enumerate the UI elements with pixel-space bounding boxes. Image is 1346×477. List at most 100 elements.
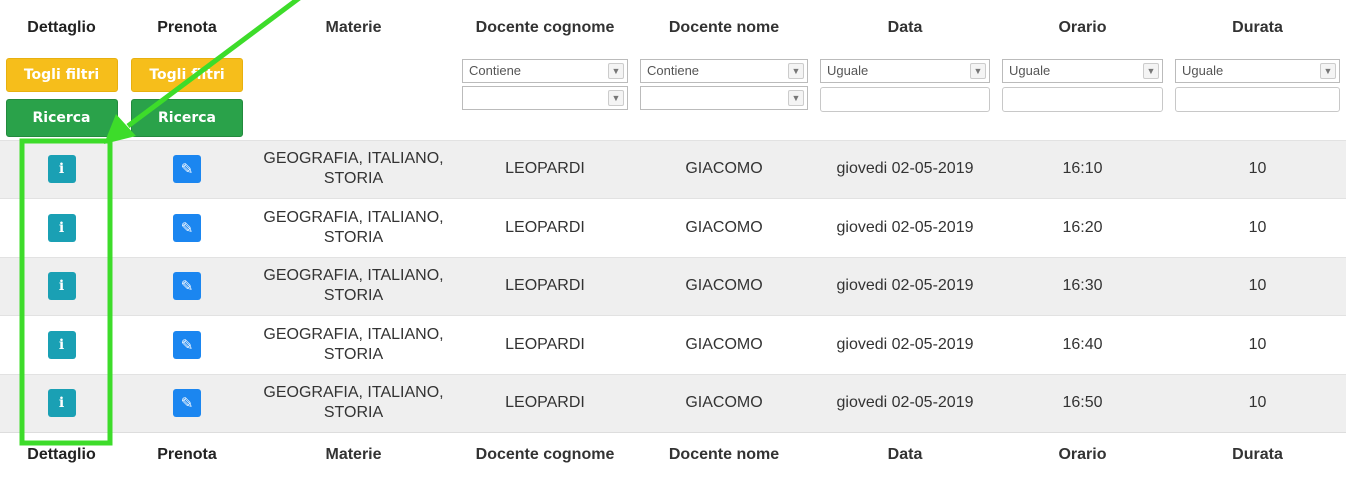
cell-durata: 10 <box>1169 256 1346 316</box>
cell-docente-cognome: LEOPARDI <box>456 315 634 374</box>
orario-filter-input[interactable] <box>1002 87 1163 112</box>
footer-docente-nome: Docente nome <box>634 432 814 477</box>
table-row: i ✎ GEOGRAFIA, ITALIANO, STORIA LEOPARDI … <box>0 315 1346 374</box>
cell-docente-cognome: LEOPARDI <box>456 198 634 257</box>
cell-orario: 16:30 <box>996 256 1169 316</box>
cell-docente-nome: GIACOMO <box>634 139 814 199</box>
cell-durata: 10 <box>1169 373 1346 433</box>
table-row: i ✎ GEOGRAFIA, ITALIANO, STORIA LEOPARDI … <box>0 256 1346 316</box>
cell-durata: 10 <box>1169 198 1346 257</box>
edit-icon[interactable]: ✎ <box>173 155 201 184</box>
filter-cell-dettaglio: Togli filtri Ricerca <box>0 50 123 140</box>
cell-materie: GEOGRAFIA, ITALIANO, STORIA <box>251 198 456 257</box>
table-row: i ✎ GEOGRAFIA, ITALIANO, STORIA LEOPARDI … <box>0 139 1346 199</box>
filter-cell-orario: Uguale ▼ <box>996 50 1169 140</box>
footer-docente-cognome: Docente cognome <box>456 432 634 477</box>
footer-row: Dettaglio Prenota Materie Docente cognom… <box>0 432 1346 477</box>
durata-operator-select[interactable]: Uguale ▼ <box>1175 59 1340 83</box>
docente-cognome-value-select[interactable]: ▼ <box>462 86 628 110</box>
filter-cell-materie <box>251 50 456 140</box>
cell-docente-cognome: LEOPARDI <box>456 373 634 433</box>
footer-prenota: Prenota <box>123 432 251 477</box>
footer-data: Data <box>814 432 996 477</box>
appointments-table: Dettaglio Prenota Materie Docente cognom… <box>0 0 1346 477</box>
edit-icon[interactable]: ✎ <box>173 272 201 301</box>
edit-icon[interactable]: ✎ <box>173 213 201 242</box>
filter-row: Togli filtri Ricerca Togli filtri Ricerc… <box>0 50 1346 140</box>
filter-cell-data: Uguale ▼ <box>814 50 996 140</box>
cell-materie: GEOGRAFIA, ITALIANO, STORIA <box>251 139 456 199</box>
select-value: Uguale <box>827 63 869 78</box>
cell-docente-cognome: LEOPARDI <box>456 139 634 199</box>
chevron-down-icon: ▼ <box>788 63 804 79</box>
chevron-down-icon: ▼ <box>608 90 624 106</box>
cell-materie: GEOGRAFIA, ITALIANO, STORIA <box>251 315 456 374</box>
footer-materie: Materie <box>251 432 456 477</box>
cell-data: giovedi 02-05-2019 <box>814 373 996 433</box>
col-header-docente-nome[interactable]: Docente nome <box>634 0 814 50</box>
clear-filters-button[interactable]: Togli filtri <box>5 58 118 92</box>
edit-icon[interactable]: ✎ <box>173 389 201 418</box>
edit-icon[interactable]: ✎ <box>173 330 201 359</box>
chevron-down-icon: ▼ <box>1320 63 1336 79</box>
search-button[interactable]: Ricerca <box>131 99 243 137</box>
durata-filter-input[interactable] <box>1175 87 1340 112</box>
info-icon[interactable]: i <box>47 213 76 242</box>
filter-cell-durata: Uguale ▼ <box>1169 50 1346 140</box>
cell-data: giovedi 02-05-2019 <box>814 198 996 257</box>
select-value: Contiene <box>469 63 522 78</box>
chevron-down-icon: ▼ <box>608 63 624 79</box>
chevron-down-icon: ▼ <box>970 63 986 79</box>
cell-docente-nome: GIACOMO <box>634 373 814 433</box>
data-operator-select[interactable]: Uguale ▼ <box>820 59 990 83</box>
col-header-dettaglio: Dettaglio <box>0 0 123 50</box>
col-header-data[interactable]: Data <box>814 0 996 50</box>
cell-orario: 16:50 <box>996 373 1169 433</box>
cell-orario: 16:10 <box>996 139 1169 199</box>
header-row: Dettaglio Prenota Materie Docente cognom… <box>0 0 1346 50</box>
select-value: Contiene <box>647 63 700 78</box>
cell-orario: 16:20 <box>996 198 1169 257</box>
docente-nome-operator-select[interactable]: Contiene ▼ <box>640 59 808 83</box>
cell-docente-nome: GIACOMO <box>634 198 814 257</box>
cell-docente-cognome: LEOPARDI <box>456 256 634 316</box>
info-icon[interactable]: i <box>47 330 76 359</box>
footer-dettaglio: Dettaglio <box>0 432 123 477</box>
cell-materie: GEOGRAFIA, ITALIANO, STORIA <box>251 256 456 316</box>
table-row: i ✎ GEOGRAFIA, ITALIANO, STORIA LEOPARDI … <box>0 373 1346 433</box>
cell-orario: 16:40 <box>996 315 1169 374</box>
col-header-materie[interactable]: Materie <box>251 0 456 50</box>
cell-durata: 10 <box>1169 139 1346 199</box>
col-header-durata[interactable]: Durata <box>1169 0 1346 50</box>
filter-cell-docente-nome: Contiene ▼ ▼ <box>634 50 814 140</box>
col-header-prenota: Prenota <box>123 0 251 50</box>
cell-data: giovedi 02-05-2019 <box>814 256 996 316</box>
footer-orario: Orario <box>996 432 1169 477</box>
search-button[interactable]: Ricerca <box>5 99 118 137</box>
info-icon[interactable]: i <box>47 272 76 301</box>
select-value: Uguale <box>1182 63 1224 78</box>
table-row: i ✎ GEOGRAFIA, ITALIANO, STORIA LEOPARDI … <box>0 198 1346 257</box>
chevron-down-icon: ▼ <box>1143 63 1159 79</box>
filter-cell-docente-cognome: Contiene ▼ ▼ <box>456 50 634 140</box>
page: Dettaglio Prenota Materie Docente cognom… <box>0 0 1346 477</box>
col-header-orario[interactable]: Orario <box>996 0 1169 50</box>
cell-docente-nome: GIACOMO <box>634 315 814 374</box>
filter-cell-prenota: Togli filtri Ricerca <box>123 50 251 140</box>
cell-data: giovedi 02-05-2019 <box>814 315 996 374</box>
cell-docente-nome: GIACOMO <box>634 256 814 316</box>
select-value: Uguale <box>1009 63 1051 78</box>
footer-durata: Durata <box>1169 432 1346 477</box>
docente-nome-value-select[interactable]: ▼ <box>640 86 808 110</box>
info-icon[interactable]: i <box>47 389 76 418</box>
docente-cognome-operator-select[interactable]: Contiene ▼ <box>462 59 628 83</box>
cell-materie: GEOGRAFIA, ITALIANO, STORIA <box>251 373 456 433</box>
col-header-docente-cognome[interactable]: Docente cognome <box>456 0 634 50</box>
clear-filters-button[interactable]: Togli filtri <box>131 58 243 92</box>
data-filter-input[interactable] <box>820 87 990 112</box>
chevron-down-icon: ▼ <box>788 90 804 106</box>
orario-operator-select[interactable]: Uguale ▼ <box>1002 59 1163 83</box>
info-icon[interactable]: i <box>47 155 76 184</box>
cell-durata: 10 <box>1169 315 1346 374</box>
cell-data: giovedi 02-05-2019 <box>814 139 996 199</box>
